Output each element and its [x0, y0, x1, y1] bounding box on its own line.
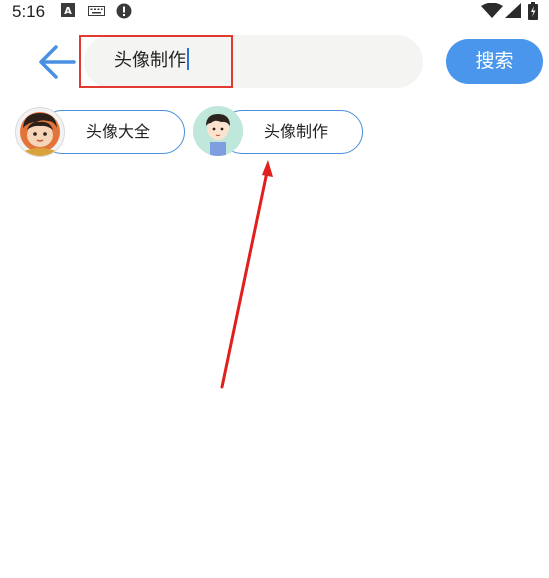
search-input-text: 头像制作 [114, 48, 189, 74]
battery-icon [528, 2, 538, 20]
a-icon: A [61, 3, 75, 17]
boy-avatar-icon [15, 107, 65, 157]
text-caret [187, 48, 189, 70]
search-query: 头像制作 [114, 50, 186, 71]
chip-label: 头像制作 [264, 122, 329, 141]
keyboard-icon [88, 6, 105, 16]
alert-icon [116, 3, 132, 19]
wifi-icon [481, 3, 503, 18]
boy-avatar-icon [193, 106, 243, 156]
app-screen: 5:16 A 头像制作 搜索 头像大全 头像制作 [0, 0, 549, 578]
back-arrow-icon [39, 45, 76, 79]
svg-text:A: A [64, 6, 72, 17]
status-time: 5:16 [12, 2, 46, 21]
signal-icon [505, 3, 521, 18]
search-button[interactable]: 搜索 [446, 39, 543, 84]
chip-label: 头像大全 [86, 122, 151, 141]
status-bar: 5:16 A [0, 0, 549, 24]
back-button[interactable] [34, 42, 82, 82]
